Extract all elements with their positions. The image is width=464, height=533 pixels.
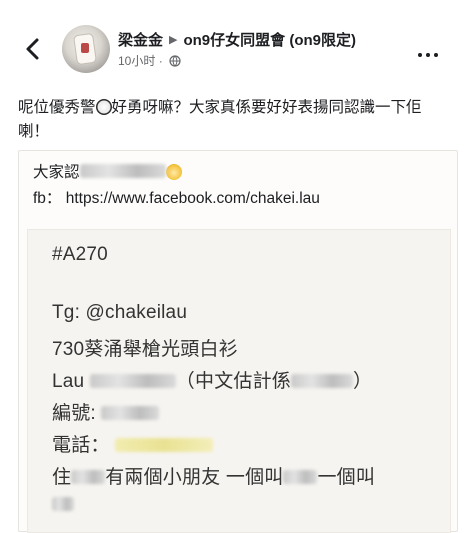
fb-label: fb： [33,190,62,207]
triangle-right-icon: ▶ [169,34,178,46]
redacted-text [71,470,106,484]
author-group-line: 梁金金 ▶ on9仔女同盟會 (on9限定) [118,29,356,50]
avatar[interactable] [62,25,110,73]
redacted-text [89,374,176,388]
more-options-icon[interactable] [418,44,448,57]
shared-image-card[interactable]: 大家認 fb： https://www.facebook.com/chakei.… [18,150,458,533]
card-caption: 大家認 fb： https://www.facebook.com/chakei.… [33,161,320,211]
globe-icon [169,55,181,67]
doc-phone-label: 電話： [52,435,110,456]
post-time[interactable]: 10小时 [118,54,155,68]
doc-line-6: 電話： [52,430,214,457]
post-header: 梁金金 ▶ on9仔女同盟會 (on9限定) 10小时 · [0,0,464,88]
caption-line-2: fb： https://www.facebook.com/chakei.lau [33,187,320,211]
caption-line-1: 大家認 [33,161,320,185]
doc-line-8 [52,494,74,516]
redacted-text [52,497,74,511]
author-name[interactable]: 梁金金 [118,32,163,49]
doc-line-4-close: ） [353,371,373,392]
post-body: 呢位優秀警 好勇呀嘛？大家真係要好好表揚同認識一下佢喇！ [18,96,450,144]
doc-surname: Lau [52,371,85,392]
fb-link[interactable]: https://www.facebook.com/chakei.lau [66,190,320,207]
doc-line-7: 住 有兩個小朋友 一個叫 一個叫 [52,462,375,489]
back-arrow-icon[interactable] [20,36,46,62]
panda-emoji-icon [95,99,112,115]
doc-number-label: 編號: [52,403,96,424]
doc-line-7-mid: 有兩個小朋友 一個叫 [105,467,284,488]
doc-line-4-text: （中文估計係 [175,371,291,392]
post-meta: 10小时 · [118,52,181,69]
screenshot-document: #A270 Tg: @chakeilau 730葵涌舉槍光頭白衫 Lau （中文… [27,229,451,533]
meta-separator: · [158,54,163,68]
doc-line-4: Lau （中文估計係 ） [52,366,372,393]
redacted-text [79,164,166,178]
redacted-highlight [115,438,214,452]
post-text-start: 呢位優秀警 [18,99,96,116]
doc-tag: #A270 [52,244,108,265]
doc-line-5: 編號: [52,398,160,425]
group-name[interactable]: on9仔女同盟會 (on9限定) [183,32,356,49]
doc-line-7-end: 一個叫 [317,467,376,488]
redacted-text [101,406,160,420]
smile-emoji-icon [165,164,182,180]
redacted-text [291,374,353,388]
doc-line-7-start: 住 [52,467,72,488]
caption-prefix: 大家認 [33,164,80,181]
redacted-text [283,470,318,484]
doc-telegram: Tg: @chakeilau [52,302,188,323]
doc-line-3: 730葵涌舉槍光頭白衫 [52,339,238,360]
